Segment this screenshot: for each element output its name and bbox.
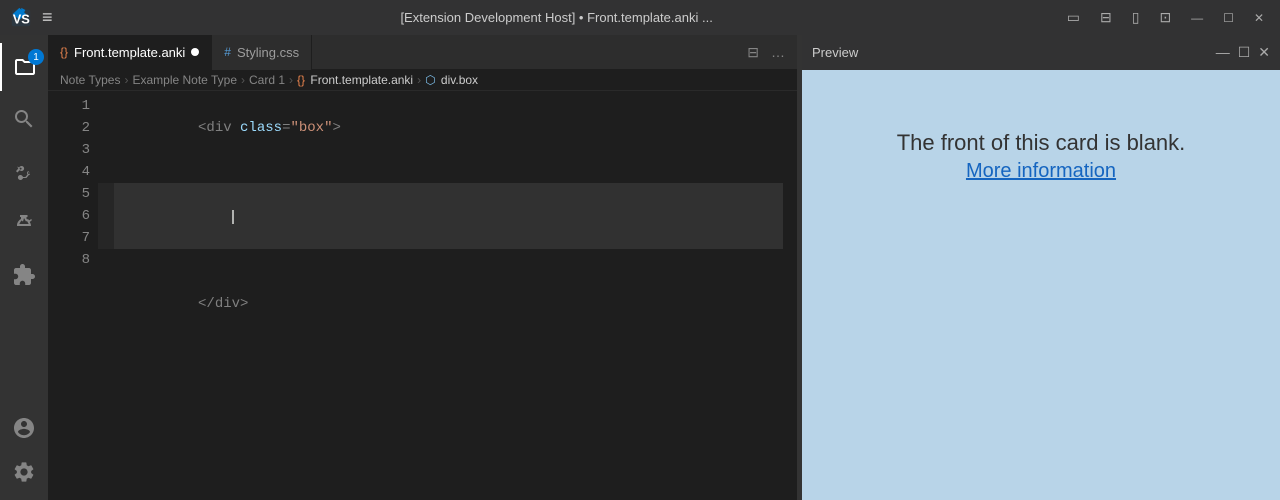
code-editor[interactable]: <div class="box"> </div> [98,91,783,500]
code-line-7 [114,359,783,381]
layout-custom-icon[interactable]: ⊡ [1153,7,1177,28]
scrollbar-area[interactable] [783,91,797,500]
sidebar-item-source-control[interactable] [0,147,48,195]
source-control-icon [12,159,36,183]
text-cursor [232,210,234,224]
code-line-4 [114,249,783,271]
tab-bar: {} Front.template.anki # Styling.css ⊟ … [48,35,797,70]
sidebar-item-settings[interactable] [0,452,48,492]
preview-title-bar: Preview — ☐ ✕ [802,35,1280,70]
curly-brace-icon: {} [297,73,305,87]
preview-content: The front of this card is blank. More in… [802,70,1280,500]
breadcrumb-card-1[interactable]: Card 1 [249,73,285,87]
explorer-badge: 1 [28,49,44,65]
code-line-2 [114,161,783,183]
main-layout: 1 [0,35,1280,500]
css-file-icon: # [224,45,231,59]
activity-bar: 1 [0,35,48,500]
preview-minimize-button[interactable]: — [1216,44,1230,61]
settings-icon [12,460,36,484]
tab-front-template[interactable]: {} Front.template.anki [48,35,212,70]
layout-single-icon[interactable]: ▭ [1061,7,1086,28]
minimize-button[interactable]: — [1185,11,1209,25]
sidebar-item-run[interactable] [0,199,48,247]
title-bar: VS ≡ [Extension Development Host] • Fron… [0,0,1280,35]
sidebar-item-search[interactable] [0,95,48,143]
editor-content[interactable]: 1 2 3 4 5 6 7 8 <div class="box"> [48,91,797,500]
sidebar-item-explorer[interactable]: 1 [0,43,48,91]
title-bar-controls: ▭ ⊟ ▯ ⊡ — ☐ ✕ [1061,7,1270,28]
breadcrumb: Note Types › Example Note Type › Card 1 … [48,70,797,91]
code-line-6 [114,337,783,359]
preview-blank-message: The front of this card is blank. [897,130,1186,156]
preview-panel: Preview — ☐ ✕ The front of this card is … [802,35,1280,500]
anki-file-icon: {} [60,45,68,59]
preview-close-button[interactable]: ✕ [1258,44,1270,61]
code-line-1: <div class="box"> [114,95,783,161]
title-bar-title: [Extension Development Host] • Front.tem… [63,10,1051,25]
restore-button[interactable]: ☐ [1217,11,1240,25]
code-line-3[interactable] [114,183,783,249]
sidebar-item-accounts[interactable] [0,408,48,448]
layout-grid-icon[interactable]: ⊟ [1094,7,1118,28]
preview-title-bar-controls: — ☐ ✕ [1216,44,1270,61]
line-numbers: 1 2 3 4 5 6 7 8 [48,91,98,500]
split-editor-button[interactable]: ⊟ [743,40,763,65]
layout-split-icon[interactable]: ▯ [1126,7,1146,28]
breadcrumb-div-box[interactable]: ⬡ div.box [425,73,478,87]
svg-text:VS: VS [13,11,31,26]
activity-bar-bottom [0,408,48,500]
vscode-logo-icon: VS [10,7,32,29]
hamburger-icon[interactable]: ≡ [42,7,53,28]
search-icon [12,107,36,131]
breadcrumb-example-note-type[interactable]: Example Note Type [132,73,237,87]
box-icon: ⬡ [425,73,435,87]
breadcrumb-front-template[interactable]: {} Front.template.anki [297,73,413,87]
preview-restore-button[interactable]: ☐ [1238,44,1251,61]
editor-area: {} Front.template.anki # Styling.css ⊟ …… [48,35,797,500]
preview-title-label: Preview [812,45,858,60]
preview-more-info-link[interactable]: More information [966,160,1116,183]
tab-actions: ⊟ … [743,40,797,65]
code-line-5: </div> [114,271,783,337]
run-debug-icon [12,211,36,235]
more-actions-button[interactable]: … [767,40,789,64]
extensions-icon [12,263,36,287]
sidebar-item-extensions[interactable] [0,251,48,299]
title-bar-left: VS ≡ [10,7,53,29]
code-line-8 [114,381,783,403]
tab-styling-css[interactable]: # Styling.css [212,35,312,70]
tab-front-template-label: Front.template.anki [74,45,185,60]
account-icon [12,416,36,440]
tab-modified-indicator [191,48,199,56]
close-button[interactable]: ✕ [1248,11,1270,25]
breadcrumb-note-types[interactable]: Note Types [60,73,120,87]
tab-styling-label: Styling.css [237,45,299,60]
